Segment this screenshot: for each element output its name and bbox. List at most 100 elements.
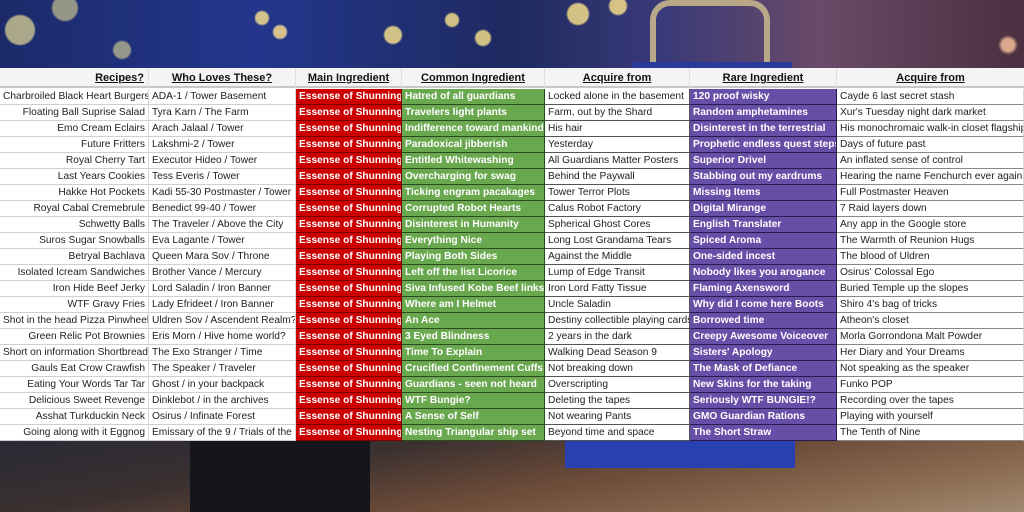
- recipe-cell[interactable]: Schwetty Balls: [0, 217, 149, 233]
- common-ingredient-cell[interactable]: Hatred of all guardians: [402, 89, 545, 105]
- who-loves-cell[interactable]: Lady Efrideet / Iron Banner: [149, 297, 296, 313]
- acquire-rare-cell[interactable]: Hearing the name Fenchurch ever again!: [837, 169, 1024, 185]
- main-ingredient-cell[interactable]: Essense of Shunning: [296, 201, 402, 217]
- recipe-cell[interactable]: Going along with it Eggnog: [0, 425, 149, 441]
- main-ingredient-cell[interactable]: Essense of Shunning: [296, 217, 402, 233]
- common-ingredient-cell[interactable]: Everything Nice: [402, 233, 545, 249]
- main-ingredient-cell[interactable]: Essense of Shunning: [296, 345, 402, 361]
- who-loves-cell[interactable]: Osirus / Infinate Forest: [149, 409, 296, 425]
- rare-ingredient-cell[interactable]: The Short Straw: [690, 425, 837, 441]
- rare-ingredient-cell[interactable]: Random amphetamines: [690, 105, 837, 121]
- acquire-common-cell[interactable]: Walking Dead Season 9: [545, 345, 690, 361]
- who-loves-cell[interactable]: Emissary of the 9 / Trials of the: [149, 425, 296, 441]
- rare-ingredient-cell[interactable]: Spiced Aroma: [690, 233, 837, 249]
- acquire-rare-cell[interactable]: Her Diary and Your Dreams: [837, 345, 1024, 361]
- main-ingredient-cell[interactable]: Essense of Shunning: [296, 297, 402, 313]
- recipe-cell[interactable]: Suros Sugar Snowballs: [0, 233, 149, 249]
- recipe-cell[interactable]: Shot in the head Pizza Pinwheels: [0, 313, 149, 329]
- recipe-cell[interactable]: Gauls Eat Crow Crawfish: [0, 361, 149, 377]
- acquire-common-cell[interactable]: Spherical Ghost Cores: [545, 217, 690, 233]
- recipe-cell[interactable]: Royal Cherry Tart: [0, 153, 149, 169]
- rare-ingredient-cell[interactable]: GMO Guardian Rations: [690, 409, 837, 425]
- rare-ingredient-cell[interactable]: Nobody likes you arogance: [690, 265, 837, 281]
- rare-ingredient-cell[interactable]: 120 proof wisky: [690, 89, 837, 105]
- rare-ingredient-cell[interactable]: Missing Items: [690, 185, 837, 201]
- who-loves-cell[interactable]: Tyra Karn / The Farm: [149, 105, 296, 121]
- rare-ingredient-cell[interactable]: Why did I come here Boots: [690, 297, 837, 313]
- main-ingredient-cell[interactable]: Essense of Shunning: [296, 409, 402, 425]
- acquire-rare-cell[interactable]: Atheon's closet: [837, 313, 1024, 329]
- acquire-common-cell[interactable]: Calus Robot Factory: [545, 201, 690, 217]
- who-loves-cell[interactable]: Ghost / in your backpack: [149, 377, 296, 393]
- acquire-common-cell[interactable]: Uncle Saladin: [545, 297, 690, 313]
- rare-ingredient-cell[interactable]: Flaming Axensword: [690, 281, 837, 297]
- main-ingredient-cell[interactable]: Essense of Shunning: [296, 169, 402, 185]
- common-ingredient-cell[interactable]: Time To Explain: [402, 345, 545, 361]
- common-ingredient-cell[interactable]: Corrupted Robot Hearts: [402, 201, 545, 217]
- who-loves-cell[interactable]: Arach Jalaal / Tower: [149, 121, 296, 137]
- rare-ingredient-cell[interactable]: One-sided incest: [690, 249, 837, 265]
- rare-ingredient-cell[interactable]: Seriously WTF BUNGIE!?: [690, 393, 837, 409]
- rare-ingredient-cell[interactable]: English Translater: [690, 217, 837, 233]
- acquire-rare-cell[interactable]: 7 Raid layers down: [837, 201, 1024, 217]
- common-ingredient-cell[interactable]: Playing Both Sides: [402, 249, 545, 265]
- rare-ingredient-cell[interactable]: Digital Mirange: [690, 201, 837, 217]
- rare-ingredient-cell[interactable]: Sisters' Apology: [690, 345, 837, 361]
- who-loves-cell[interactable]: The Speaker / Traveler: [149, 361, 296, 377]
- main-ingredient-cell[interactable]: Essense of Shunning: [296, 89, 402, 105]
- acquire-common-cell[interactable]: Locked alone in the basement: [545, 89, 690, 105]
- who-loves-cell[interactable]: Executor Hideo / Tower: [149, 153, 296, 169]
- main-ingredient-cell[interactable]: Essense of Shunning: [296, 361, 402, 377]
- rare-ingredient-cell[interactable]: Disinterest in the terrestrial: [690, 121, 837, 137]
- common-ingredient-cell[interactable]: Travelers light plants: [402, 105, 545, 121]
- who-loves-cell[interactable]: Lord Saladin / Iron Banner: [149, 281, 296, 297]
- rare-ingredient-cell[interactable]: The Mask of Defiance: [690, 361, 837, 377]
- common-ingredient-cell[interactable]: Indifference toward mankind: [402, 121, 545, 137]
- who-loves-cell[interactable]: The Traveler / Above the City: [149, 217, 296, 233]
- acquire-common-cell[interactable]: Deleting the tapes: [545, 393, 690, 409]
- acquire-common-cell[interactable]: Tower Terror Plots: [545, 185, 690, 201]
- who-loves-cell[interactable]: Lakshmi-2 / Tower: [149, 137, 296, 153]
- recipe-cell[interactable]: Iron Hide Beef Jerky: [0, 281, 149, 297]
- acquire-common-cell[interactable]: Long Lost Grandama Tears: [545, 233, 690, 249]
- who-loves-cell[interactable]: Tess Everis / Tower: [149, 169, 296, 185]
- recipe-cell[interactable]: Betryal Bachlava: [0, 249, 149, 265]
- recipe-cell[interactable]: WTF Gravy Fries: [0, 297, 149, 313]
- common-ingredient-cell[interactable]: Crucified Confinement Cuffs: [402, 361, 545, 377]
- who-loves-cell[interactable]: Kadi 55-30 Postmaster / Tower: [149, 185, 296, 201]
- recipe-cell[interactable]: Green Relic Pot Brownies: [0, 329, 149, 345]
- recipe-cell[interactable]: Asshat Turkduckin Neck: [0, 409, 149, 425]
- recipe-cell[interactable]: Royal Cabal Cremebrule: [0, 201, 149, 217]
- common-ingredient-cell[interactable]: Guardians - seen not heard: [402, 377, 545, 393]
- main-ingredient-cell[interactable]: Essense of Shunning: [296, 153, 402, 169]
- who-loves-cell[interactable]: The Exo Stranger / Time: [149, 345, 296, 361]
- acquire-common-cell[interactable]: All Guardians Matter Posters: [545, 153, 690, 169]
- rare-ingredient-cell[interactable]: Stabbing out my eardrums: [690, 169, 837, 185]
- common-ingredient-cell[interactable]: WTF Bungie?: [402, 393, 545, 409]
- acquire-rare-cell[interactable]: Funko POP: [837, 377, 1024, 393]
- main-ingredient-cell[interactable]: Essense of Shunning: [296, 233, 402, 249]
- acquire-common-cell[interactable]: Iron Lord Fatty Tissue: [545, 281, 690, 297]
- acquire-rare-cell[interactable]: Days of future past: [837, 137, 1024, 153]
- common-ingredient-cell[interactable]: Left off the list Licorice: [402, 265, 545, 281]
- rare-ingredient-cell[interactable]: Creepy Awesome Voiceover: [690, 329, 837, 345]
- acquire-rare-cell[interactable]: Xur's Tuesday night dark market: [837, 105, 1024, 121]
- acquire-rare-cell[interactable]: Shiro 4's bag of tricks: [837, 297, 1024, 313]
- main-ingredient-cell[interactable]: Essense of Shunning: [296, 313, 402, 329]
- acquire-rare-cell[interactable]: Not speaking as the speaker: [837, 361, 1024, 377]
- main-ingredient-cell[interactable]: Essense of Shunning: [296, 425, 402, 441]
- common-ingredient-cell[interactable]: Nesting Triangular ship set: [402, 425, 545, 441]
- acquire-common-cell[interactable]: Farm, out by the Shard: [545, 105, 690, 121]
- acquire-common-cell[interactable]: Not breaking down: [545, 361, 690, 377]
- acquire-rare-cell[interactable]: Any app in the Google store: [837, 217, 1024, 233]
- recipe-cell[interactable]: Isolated Icream Sandwiches: [0, 265, 149, 281]
- main-ingredient-cell[interactable]: Essense of Shunning: [296, 137, 402, 153]
- acquire-rare-cell[interactable]: Morla Gorrondona Malt Powder: [837, 329, 1024, 345]
- acquire-rare-cell[interactable]: The Warmth of Reunion Hugs: [837, 233, 1024, 249]
- who-loves-cell[interactable]: Queen Mara Sov / Throne: [149, 249, 296, 265]
- acquire-common-cell[interactable]: Behind the Paywall: [545, 169, 690, 185]
- main-ingredient-cell[interactable]: Essense of Shunning: [296, 121, 402, 137]
- main-ingredient-cell[interactable]: Essense of Shunning: [296, 281, 402, 297]
- main-ingredient-cell[interactable]: Essense of Shunning: [296, 185, 402, 201]
- common-ingredient-cell[interactable]: An Ace: [402, 313, 545, 329]
